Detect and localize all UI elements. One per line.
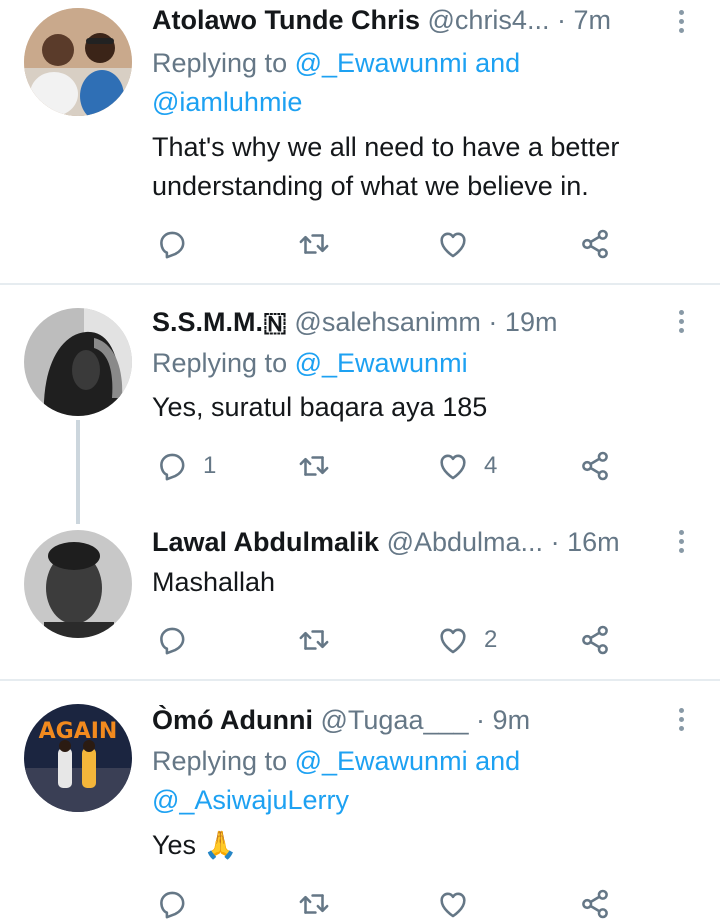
tweet-text-line: That's why we all need to have a better xyxy=(152,132,620,162)
tweet-text-line: Yes 🙏 xyxy=(152,830,238,860)
timestamp[interactable]: 7m xyxy=(573,5,611,35)
reply-icon xyxy=(155,887,189,921)
avatar-photo: AGAIN xyxy=(24,704,132,812)
timestamp[interactable]: 9m xyxy=(493,705,531,735)
heart-icon xyxy=(436,623,470,657)
heart-icon xyxy=(436,227,470,261)
retweet-button[interactable] xyxy=(297,446,331,486)
tweet-text-line: understanding of what we believe in. xyxy=(152,171,589,201)
avatar-photo xyxy=(24,8,132,116)
reply-mention[interactable]: @_AsiwajuLerry xyxy=(152,785,349,815)
share-button[interactable] xyxy=(578,224,612,264)
like-button[interactable]: 2 xyxy=(436,620,497,660)
share-button[interactable] xyxy=(578,884,612,924)
avatar-photo xyxy=(24,530,132,638)
divider xyxy=(0,283,720,285)
reply-count: 1 xyxy=(203,452,217,479)
retweet-button[interactable] xyxy=(297,620,331,660)
like-count: 4 xyxy=(484,452,498,479)
reply-mention[interactable]: @iamluhmie xyxy=(152,87,302,117)
share-icon xyxy=(578,887,612,921)
user-handle[interactable]: @salehsanimm xyxy=(294,307,480,337)
separator-dot: · xyxy=(488,307,498,337)
heart-icon xyxy=(436,449,470,483)
user-handle[interactable]: @chris4... xyxy=(428,5,550,35)
tweet-actions-partial xyxy=(150,884,630,924)
share-icon xyxy=(578,227,612,261)
share-button[interactable] xyxy=(578,620,612,660)
retweet-button[interactable] xyxy=(297,884,331,924)
tweet-actions xyxy=(150,224,630,264)
reply-mention[interactable]: @_Ewawunmi and xyxy=(295,48,521,78)
reply-button[interactable] xyxy=(155,224,203,264)
heart-icon xyxy=(436,887,470,921)
avatar-logo-text: AGAIN xyxy=(39,719,118,744)
more-vertical-icon[interactable] xyxy=(666,306,696,336)
avatar[interactable]: AGAIN xyxy=(24,704,132,812)
user-handle[interactable]: @Abdulma... xyxy=(387,527,543,557)
like-button[interactable]: 4 xyxy=(436,446,497,486)
tweet-text-line: Mashallah xyxy=(152,567,276,597)
more-vertical-icon[interactable] xyxy=(666,526,696,556)
tweet-header: S.S.M.M.🇳 @salehsanimm · 19m xyxy=(152,302,658,342)
avatar[interactable] xyxy=(24,308,132,416)
retweet-icon xyxy=(297,227,331,261)
replying-to-label: Replying to xyxy=(152,348,295,378)
tweet-actions: 1 4 xyxy=(150,446,630,486)
retweet-icon xyxy=(297,887,331,921)
reply-icon xyxy=(155,449,189,483)
display-name[interactable]: Òmó Adunni xyxy=(152,705,313,735)
avatar-photo xyxy=(24,308,132,416)
share-icon xyxy=(578,449,612,483)
replying-to-label: Replying to xyxy=(152,746,295,776)
display-name[interactable]: Lawal Abdulmalik xyxy=(152,527,379,557)
avatar[interactable] xyxy=(24,8,132,116)
more-vertical-icon[interactable] xyxy=(666,6,696,36)
replying-to-continued: @iamluhmie xyxy=(152,83,680,122)
like-count: 2 xyxy=(484,626,498,653)
tweet-4[interactable]: AGAIN Òmó Adunni @Tugaa___ · 9m Replying… xyxy=(0,682,720,892)
replying-to-label: Replying to xyxy=(152,48,295,78)
divider xyxy=(0,679,720,681)
tweet-header: Lawal Abdulmalik @Abdulma... · 16m xyxy=(152,522,658,562)
share-button[interactable] xyxy=(578,446,612,486)
reply-icon xyxy=(155,227,189,261)
replying-to: Replying to @_Ewawunmi and xyxy=(152,44,680,83)
user-handle[interactable]: @Tugaa___ xyxy=(321,705,469,735)
replying-to: Replying to @_Ewawunmi xyxy=(152,344,680,383)
replying-to-continued: @_AsiwajuLerry xyxy=(152,781,680,820)
tweet-text-line: Yes, suratul baqara aya 185 xyxy=(152,392,488,422)
tweet-3[interactable]: Lawal Abdulmalik @Abdulma... · 16m Masha… xyxy=(0,506,720,680)
replying-to: Replying to @_Ewawunmi and xyxy=(152,742,680,781)
reply-button[interactable] xyxy=(155,620,203,660)
reply-mention[interactable]: @_Ewawunmi and xyxy=(295,746,521,776)
reply-icon xyxy=(155,623,189,657)
reply-button[interactable]: 1 xyxy=(155,446,216,486)
retweet-icon xyxy=(297,623,331,657)
retweet-icon xyxy=(297,449,331,483)
display-name[interactable]: Atolawo Tunde Chris xyxy=(152,5,420,35)
reply-mention[interactable]: @_Ewawunmi xyxy=(295,348,468,378)
display-name[interactable]: S.S.M.M.🇳 xyxy=(152,307,287,337)
tweet-actions: 2 xyxy=(150,620,630,660)
separator-dot: · xyxy=(556,5,566,35)
like-button[interactable] xyxy=(436,884,470,924)
avatar[interactable] xyxy=(24,530,132,638)
timestamp[interactable]: 19m xyxy=(505,307,558,337)
reply-button[interactable] xyxy=(155,884,189,924)
more-vertical-icon[interactable] xyxy=(666,704,696,734)
separator-dot: · xyxy=(476,705,486,735)
share-icon xyxy=(578,623,612,657)
retweet-button[interactable] xyxy=(297,224,331,264)
separator-dot: · xyxy=(550,527,560,557)
tweet-2[interactable]: S.S.M.M.🇳 @salehsanimm · 19m Replying to… xyxy=(0,286,720,506)
tweet-header: Atolawo Tunde Chris @chris4... · 7m xyxy=(152,0,658,40)
tweet-header: Òmó Adunni @Tugaa___ · 9m xyxy=(152,700,658,740)
tweet-1[interactable]: Atolawo Tunde Chris @chris4... · 7m Repl… xyxy=(0,0,720,283)
timestamp[interactable]: 16m xyxy=(567,527,620,557)
like-button[interactable] xyxy=(436,224,484,264)
